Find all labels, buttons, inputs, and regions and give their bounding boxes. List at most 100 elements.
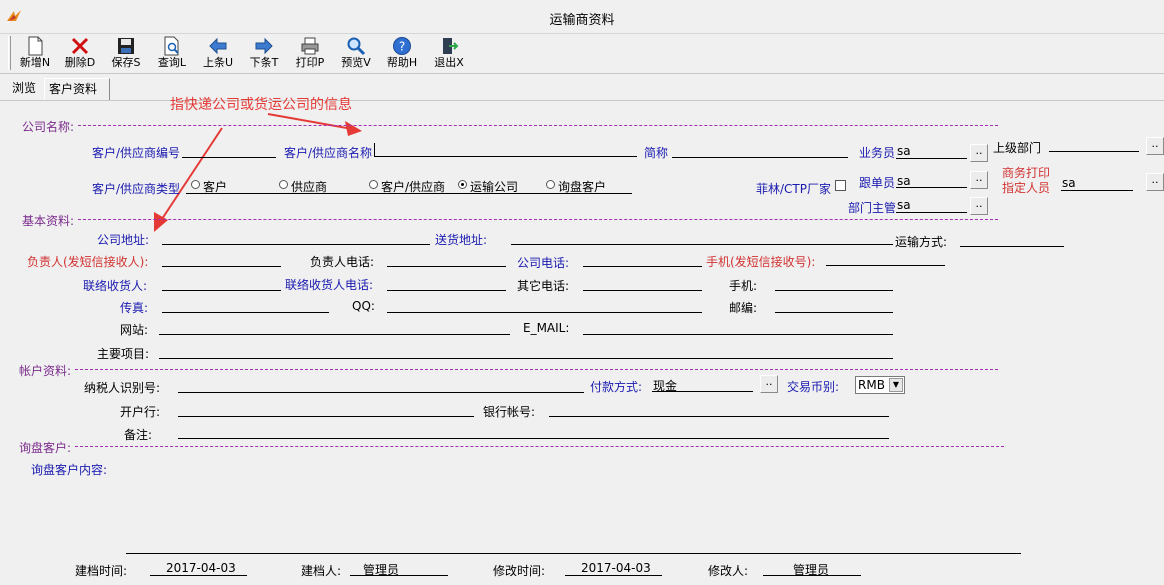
delete-icon	[71, 37, 89, 55]
salesman-value: sa	[897, 144, 911, 158]
contact-field[interactable]	[162, 290, 281, 291]
new-button[interactable]: 新增N	[13, 36, 57, 72]
remark-label: 备注:	[124, 428, 153, 442]
inquiry-content-field[interactable]	[126, 553, 1021, 554]
mobile-sms-field[interactable]	[826, 265, 945, 266]
contact-label: 联络收货人:	[83, 279, 148, 293]
code-field[interactable]	[182, 157, 276, 158]
website-field[interactable]	[159, 334, 510, 335]
currency-label: 交易币别:	[787, 380, 840, 394]
other-phone-field[interactable]	[583, 290, 702, 291]
name-label: 客户/供应商名称	[284, 146, 373, 160]
toolbar-grip	[8, 36, 11, 70]
transport-field[interactable]	[960, 246, 1064, 247]
modified-time-label: 修改时间:	[493, 564, 546, 578]
fax-field[interactable]	[162, 312, 329, 313]
tax-id-field[interactable]	[178, 392, 584, 393]
address-field[interactable]	[162, 244, 430, 245]
section-account: 帐户资料:	[19, 364, 72, 378]
section-inquiry: 询盘客户:	[19, 441, 72, 455]
modified-time-value: 2017-04-03	[581, 561, 651, 575]
prev-record-button[interactable]: 上条U	[196, 36, 240, 72]
delete-button[interactable]: 删除D	[58, 36, 102, 72]
print-person-picker-button[interactable]: ..	[1146, 173, 1164, 191]
dept-manager-field[interactable]	[896, 212, 967, 213]
next-record-button[interactable]: 下条T	[242, 36, 286, 72]
zip-field[interactable]	[775, 312, 893, 313]
query-icon	[164, 36, 179, 56]
chevron-down-icon[interactable]: ▼	[889, 378, 903, 392]
mobile-field[interactable]	[775, 290, 893, 291]
type-option-transport: 运输公司	[470, 180, 519, 194]
payment-field[interactable]	[652, 391, 753, 392]
salesman-field[interactable]	[896, 158, 967, 159]
modifier-label: 修改人:	[708, 564, 749, 578]
section-divider	[78, 125, 998, 126]
created-time-label: 建档时间:	[75, 564, 128, 578]
next-record-label: 下条T	[249, 56, 279, 69]
type-label: 客户/供应商类型	[92, 182, 181, 196]
bank-field[interactable]	[178, 416, 474, 417]
help-icon: ?	[393, 37, 411, 55]
print-person-field[interactable]	[1061, 190, 1133, 191]
follower-picker-button[interactable]: ..	[970, 171, 988, 189]
parent-dept-picker-button[interactable]: ..	[1146, 137, 1164, 155]
tax-id-label: 纳税人识别号:	[84, 381, 161, 395]
remark-field[interactable]	[178, 438, 889, 439]
preview-button[interactable]: 预览V	[334, 36, 378, 72]
delivery-address-field[interactable]	[511, 244, 893, 245]
contact-phone-field[interactable]	[387, 290, 506, 291]
payment-picker-button[interactable]: ..	[760, 375, 778, 393]
person-phone-label: 负责人电话:	[310, 255, 375, 269]
type-radio-supplier[interactable]	[279, 180, 288, 189]
print-button-label: 打印P	[295, 56, 325, 69]
query-button[interactable]: 查询L	[150, 36, 194, 72]
currency-select[interactable]: RMB ▼	[855, 376, 905, 394]
modifier-field	[763, 575, 861, 576]
follower-label: 跟单员	[859, 176, 896, 190]
prev-record-label: 上条U	[202, 56, 234, 69]
section-divider	[75, 369, 998, 370]
tab-customer-info[interactable]: 客户资料	[44, 78, 110, 100]
short-name-field[interactable]	[672, 157, 848, 158]
email-field[interactable]	[583, 334, 893, 335]
bank-account-field[interactable]	[549, 416, 889, 417]
svg-text:?: ?	[399, 40, 405, 54]
person-label: 负责人(发短信接收人):	[27, 255, 149, 269]
print-button[interactable]: 打印P	[288, 36, 332, 72]
type-radio-customer[interactable]	[191, 180, 200, 189]
magnifier-icon	[347, 37, 366, 56]
type-radio-inquiry[interactable]	[546, 180, 555, 189]
transport-label: 运输方式:	[895, 235, 948, 249]
person-field[interactable]	[162, 266, 281, 267]
save-button-label: 保存S	[111, 56, 141, 69]
mobile-label: 手机:	[729, 279, 758, 293]
qq-label: QQ:	[352, 299, 375, 313]
delete-button-label: 删除D	[64, 56, 96, 69]
preview-button-label: 预览V	[341, 56, 371, 69]
help-button[interactable]: ? 帮助H	[380, 36, 424, 72]
tab-browse[interactable]: 浏览	[8, 78, 40, 100]
parent-dept-field[interactable]	[1049, 151, 1139, 152]
exit-button[interactable]: 退出X	[427, 36, 471, 72]
dept-manager-picker-button[interactable]: ..	[970, 197, 988, 215]
follower-field[interactable]	[896, 187, 967, 188]
delivery-address-label: 送货地址:	[435, 233, 488, 247]
name-field[interactable]	[374, 143, 637, 157]
email-label: E_MAIL:	[523, 321, 570, 335]
type-radio-both[interactable]	[369, 180, 378, 189]
type-option-customer: 客户	[203, 180, 228, 194]
feilin-ctp-checkbox[interactable]	[835, 180, 846, 191]
main-items-field[interactable]	[159, 358, 893, 359]
salesman-picker-button[interactable]: ..	[970, 144, 988, 162]
qq-field[interactable]	[387, 312, 702, 313]
salesman-label: 业务员	[859, 146, 896, 160]
creator-label: 建档人:	[301, 564, 342, 578]
person-phone-field[interactable]	[387, 266, 506, 267]
company-phone-field[interactable]	[583, 266, 702, 267]
currency-value: RMB	[858, 378, 885, 392]
save-button[interactable]: 保存S	[104, 36, 148, 72]
bank-account-label: 银行帐号:	[483, 405, 536, 419]
type-radio-transport[interactable]	[458, 180, 467, 189]
section-company: 公司名称:	[22, 120, 75, 134]
